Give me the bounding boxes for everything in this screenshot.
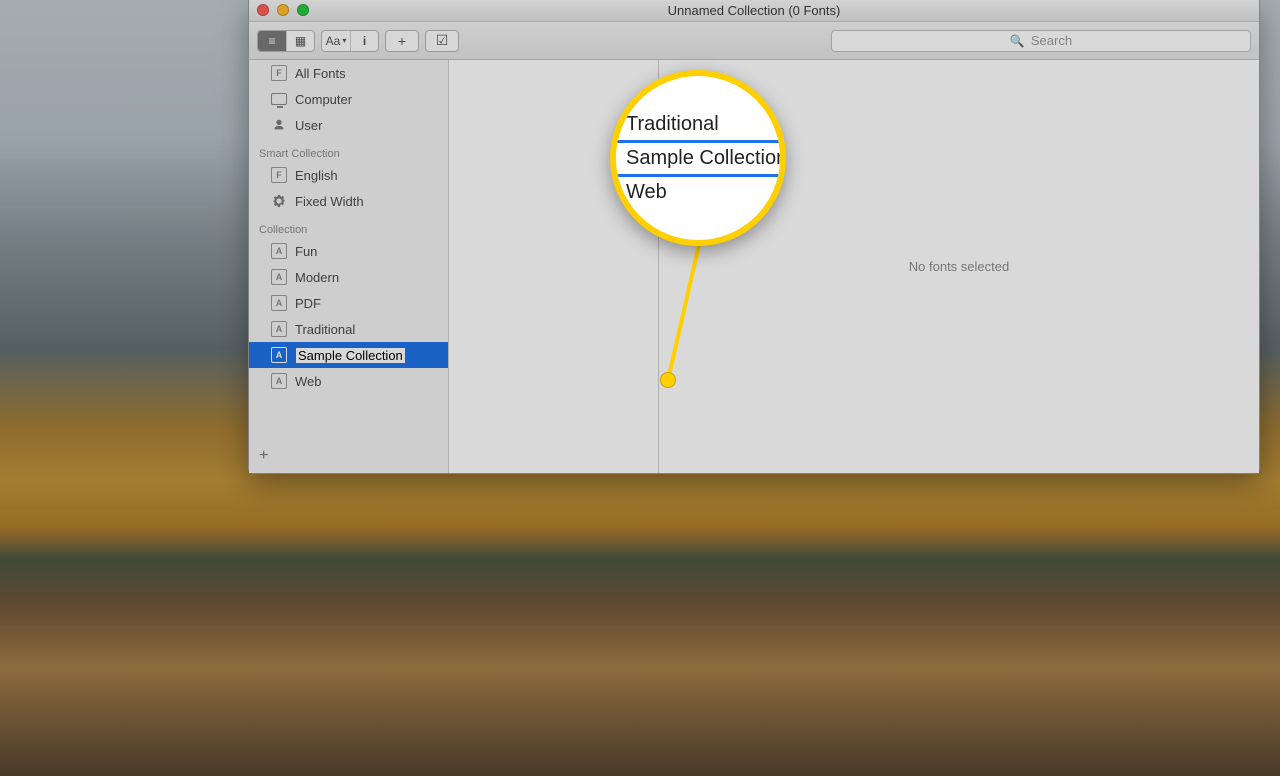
collection-icon: A (271, 243, 287, 259)
collection-name-input[interactable]: Sample Collection (295, 347, 406, 364)
user-icon (271, 117, 287, 133)
sidebar-item-modern[interactable]: A Modern (249, 264, 448, 290)
font-collection-icon: F (271, 167, 287, 183)
collection-icon: A (271, 295, 287, 311)
sidebar-item-label: Web (295, 374, 322, 389)
view-list-button[interactable]: ≡ (258, 31, 286, 51)
lens-row: Web (616, 177, 780, 208)
sidebar-item-all-fonts[interactable]: F All Fonts (249, 60, 448, 86)
aa-label: Aa (326, 34, 341, 48)
info-icon: i (363, 34, 366, 48)
sidebar: F All Fonts Computer User Smart Collecti… (249, 60, 449, 473)
sidebar-item-label: All Fonts (295, 66, 346, 81)
chevron-down-icon: ▾ (342, 36, 346, 45)
titlebar[interactable]: Unnamed Collection (0 Fonts) (249, 0, 1259, 22)
lens-row-highlighted: Sample Collection (616, 140, 780, 177)
collection-icon: A (271, 347, 287, 363)
sample-text-button[interactable]: Aa ▾ (322, 31, 350, 51)
view-switcher: ≡ ▦ (257, 30, 315, 52)
search-field[interactable]: 🔍 Search (831, 30, 1251, 52)
sidebar-item-label: Modern (295, 270, 339, 285)
sidebar-item-label: Fixed Width (295, 194, 364, 209)
view-grid-button[interactable]: ▦ (286, 31, 314, 51)
window-title: Unnamed Collection (0 Fonts) (668, 3, 841, 18)
sidebar-item-user[interactable]: User (249, 112, 448, 138)
sidebar-item-label: Computer (295, 92, 352, 107)
close-button[interactable] (257, 4, 269, 16)
toolbar: ≡ ▦ Aa ▾ i + ☑ (249, 22, 1259, 60)
callout-magnifier: Traditional Sample Collection Web (610, 70, 786, 246)
sidebar-item-english[interactable]: F English (249, 162, 448, 188)
section-smart-collection: Smart Collection (249, 138, 448, 162)
empty-state-text: No fonts selected (909, 259, 1009, 274)
sidebar-item-fun[interactable]: A Fun (249, 238, 448, 264)
sidebar-item-sample-collection[interactable]: A Sample Collection (249, 342, 448, 368)
sidebar-item-label: Sample Collection (298, 348, 403, 363)
sidebar-item-pdf[interactable]: A PDF (249, 290, 448, 316)
sidebar-item-label: English (295, 168, 338, 183)
sidebar-item-web[interactable]: A Web (249, 368, 448, 394)
callout-anchor-dot (660, 372, 676, 388)
grid-icon: ▦ (295, 34, 306, 48)
plus-icon: + (398, 33, 406, 49)
gear-icon (271, 193, 287, 209)
plus-icon: + (259, 447, 268, 464)
traffic-lights (257, 4, 309, 16)
sidebar-item-label: Fun (295, 244, 317, 259)
sidebar-item-computer[interactable]: Computer (249, 86, 448, 112)
list-icon: ≡ (268, 34, 275, 48)
preview-switcher: Aa ▾ i (321, 30, 379, 52)
add-fonts-button[interactable]: + (385, 30, 419, 52)
font-collection-icon: F (271, 65, 287, 81)
collection-icon: A (271, 269, 287, 285)
sidebar-item-label: PDF (295, 296, 321, 311)
check-icon: ☑ (436, 32, 449, 49)
search-icon: 🔍 (1010, 34, 1025, 48)
desktop-background: Unnamed Collection (0 Fonts) ≡ ▦ Aa ▾ i (0, 0, 1280, 776)
zoom-button[interactable] (297, 4, 309, 16)
sidebar-item-label: User (295, 118, 322, 133)
sidebar-item-traditional[interactable]: A Traditional (249, 316, 448, 342)
add-collection-button[interactable]: + (249, 439, 448, 473)
section-collection: Collection (249, 214, 448, 238)
validate-button[interactable]: ☑ (425, 30, 459, 52)
computer-icon (271, 93, 287, 105)
sidebar-item-fixed-width[interactable]: Fixed Width (249, 188, 448, 214)
search-placeholder: Search (1031, 33, 1072, 48)
lens-row: Traditional (616, 109, 780, 140)
minimize-button[interactable] (277, 4, 289, 16)
collection-icon: A (271, 321, 287, 337)
sidebar-item-label: Traditional (295, 322, 355, 337)
fontbook-window: Unnamed Collection (0 Fonts) ≡ ▦ Aa ▾ i (248, 0, 1260, 474)
collection-icon: A (271, 373, 287, 389)
info-button[interactable]: i (350, 31, 378, 51)
